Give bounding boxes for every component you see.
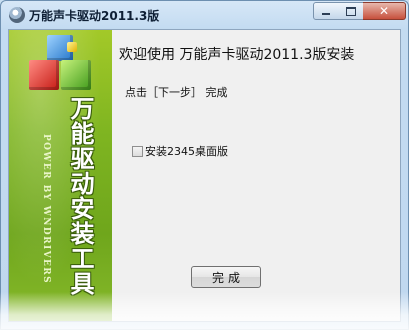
minimize-icon [322,12,330,15]
install-desktop-option[interactable]: 安装2345桌面版 [132,143,228,159]
banner-subtitle: POWER BY WNDRIVERS [41,134,51,285]
red-cube-graphic [29,60,59,90]
green-cube-graphic [61,60,91,90]
banner-title: 万能驱动安装工具 [66,96,94,296]
yellow-cube-graphic [67,42,77,52]
window-title: 万能声卡驱动2011.3版 [29,9,160,23]
maximize-button[interactable] [338,2,364,20]
close-icon: ✕ [378,4,390,18]
maximize-icon [345,6,356,16]
minimize-button[interactable] [313,2,339,20]
side-banner: POWER BY WNDRIVERS 万能驱动安装工具 [9,30,112,321]
finish-button[interactable]: 完成 [191,266,261,288]
welcome-heading: 欢迎使用 万能声卡驱动2011.3版安装 [119,47,355,63]
installer-body: POWER BY WNDRIVERS 万能驱动安装工具 欢迎使用 万能声卡驱动2… [8,29,401,322]
installer-window: 万能声卡驱动2011.3版 ✕ POWER BY WNDRIVERS 万能驱动安… [0,0,409,330]
disc-icon [9,7,25,23]
title-bar[interactable]: 万能声卡驱动2011.3版 ✕ [1,1,408,29]
install-desktop-label[interactable]: 安装2345桌面版 [145,143,228,159]
install-desktop-checkbox[interactable] [132,145,143,157]
close-button[interactable]: ✕ [363,2,406,20]
instruction-text: 点击［下一步］ 完成 [125,86,228,99]
